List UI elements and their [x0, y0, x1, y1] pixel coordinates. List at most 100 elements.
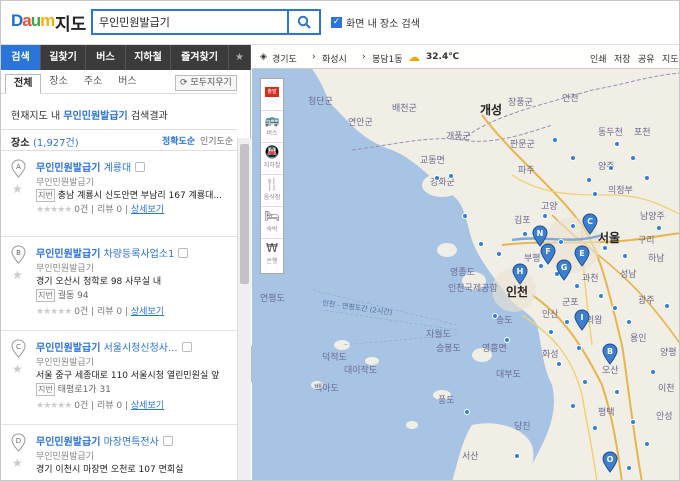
clear-all-button[interactable]: ⟳ 모두지우기	[175, 75, 237, 91]
poi-dot[interactable]	[570, 155, 576, 161]
poi-dot[interactable]	[522, 231, 528, 237]
poi-dot[interactable]	[576, 345, 582, 351]
result-marker[interactable]: O	[602, 451, 618, 473]
map-view[interactable]: ◈ 경기도 › 화성시 › 봉담1동 ☁ 32.4℃ 인쇄 저장 공유 지도 출…	[252, 45, 679, 480]
result-marker[interactable]: H	[512, 263, 528, 285]
list-item[interactable]: A ★ 무인민원발급기 계룡대 무인민원발급기 지번 충남 계룡시 신도안면 부남…	[1, 151, 237, 237]
poi-dot[interactable]	[462, 213, 468, 219]
subway-tool[interactable]: 🚇 지하철	[261, 143, 283, 175]
search-button[interactable]	[287, 9, 321, 35]
poi-dot[interactable]	[570, 223, 576, 229]
result-marker[interactable]: F	[540, 243, 556, 265]
map-type-button[interactable]: 지도	[662, 52, 679, 65]
result-marker[interactable]: E	[574, 245, 590, 267]
bank-tool[interactable]: ₩ 은행	[261, 239, 283, 271]
scrollbar-thumb[interactable]	[240, 144, 249, 284]
poi-dot[interactable]	[514, 453, 520, 459]
region-1[interactable]: 경기도	[272, 52, 297, 65]
subtab-all[interactable]: 전체	[5, 74, 42, 94]
poi-dot[interactable]	[650, 369, 656, 375]
daum-logo[interactable]: Daum	[11, 11, 55, 31]
poi-dot[interactable]	[434, 175, 440, 181]
map-search-checkbox[interactable]: ✓ 화면 내 장소 검색	[331, 15, 420, 30]
poi-dot[interactable]	[556, 361, 562, 367]
poi-dot[interactable]	[656, 225, 662, 231]
detail-link[interactable]: 상세보기	[131, 205, 164, 215]
poi-dot[interactable]	[582, 379, 588, 385]
poi-dot[interactable]	[630, 155, 636, 161]
result-title[interactable]: 무인민원발급기 차량등록사업소1	[36, 245, 189, 260]
tab-subway[interactable]: 지하철	[126, 45, 171, 70]
poi-dot[interactable]	[464, 409, 470, 415]
restaurant-tool[interactable]: 🍴 음식점	[261, 175, 283, 207]
favorite-star-icon[interactable]: ★	[12, 456, 23, 470]
result-marker[interactable]: C	[582, 213, 598, 235]
tab-favorites[interactable]: 즐겨찾기	[171, 45, 229, 70]
subtab-place[interactable]: 장소	[41, 73, 75, 93]
subtab-bus[interactable]: 버스	[110, 73, 144, 93]
info-icon[interactable]	[162, 436, 173, 446]
poi-dot[interactable]	[558, 239, 564, 245]
poi-dot[interactable]	[504, 337, 510, 343]
result-marker[interactable]: G	[556, 259, 572, 281]
start-flag-button[interactable]: 출발	[261, 79, 283, 111]
poi-dot[interactable]	[564, 319, 570, 325]
info-icon[interactable]	[178, 248, 189, 258]
tab-bus[interactable]: 버스	[86, 45, 126, 70]
poi-dot[interactable]	[592, 425, 598, 431]
favorite-star-icon[interactable]: ★	[12, 182, 23, 196]
poi-dot[interactable]	[586, 177, 592, 183]
result-title[interactable]: 무인민원발급기 마장면특전사	[36, 433, 173, 448]
result-scrollbar[interactable]	[237, 138, 251, 480]
poi-dot[interactable]	[608, 165, 614, 171]
result-title[interactable]: 무인민원발급기 서울시청신청사...	[36, 339, 192, 354]
poi-dot[interactable]	[548, 329, 554, 335]
region-2[interactable]: 화성시	[322, 52, 347, 65]
result-marker[interactable]: B	[602, 343, 618, 365]
poi-dot[interactable]	[664, 303, 670, 309]
print-button[interactable]: 인쇄	[590, 52, 607, 65]
poi-dot[interactable]	[598, 293, 604, 299]
poi-dot[interactable]	[622, 253, 628, 259]
result-marker[interactable]: I	[574, 309, 590, 331]
poi-dot[interactable]	[448, 173, 454, 179]
subtab-address[interactable]: 주소	[76, 73, 110, 93]
poi-dot[interactable]	[626, 319, 632, 325]
star-icon[interactable]: ★	[229, 45, 251, 70]
bus-tool[interactable]: 🚌 버스	[261, 111, 283, 143]
checkbox-check-icon[interactable]: ✓	[331, 17, 342, 28]
list-item[interactable]: D ★ 무인민원발급기 마장면특전사 무인민원발급기 경기 이천시 마장면 오천…	[1, 425, 237, 480]
tab-directions[interactable]: 길찾기	[41, 45, 86, 70]
poi-dot[interactable]	[574, 283, 580, 289]
share-button[interactable]: 공유	[638, 52, 655, 65]
region-3[interactable]: 봉담1동	[372, 52, 403, 65]
info-icon[interactable]	[181, 342, 192, 352]
list-item[interactable]: B ★ 무인민원발급기 차량등록사업소1 무인민원발급기 경기 오산시 청학로 …	[1, 237, 237, 331]
lodging-tool[interactable]: 🛏 숙박	[261, 207, 283, 239]
favorite-star-icon[interactable]: ★	[12, 362, 23, 376]
poi-dot[interactable]	[570, 403, 576, 409]
poi-dot[interactable]	[626, 465, 632, 471]
poi-dot[interactable]	[592, 191, 598, 197]
detail-link[interactable]: 상세보기	[131, 401, 164, 411]
poi-dot[interactable]	[644, 175, 650, 181]
list-item[interactable]: C ★ 무인민원발급기 서울시청신청사... 무인민원발급기 서울 중구 세종대…	[1, 331, 237, 425]
info-icon[interactable]	[135, 162, 146, 172]
detail-link[interactable]: 상세보기	[131, 307, 164, 317]
poi-dot[interactable]	[630, 419, 636, 425]
poi-dot[interactable]	[552, 137, 558, 143]
sort-accuracy[interactable]: 정확도순	[162, 134, 195, 147]
tab-search[interactable]: 검색	[1, 45, 41, 70]
poi-dot[interactable]	[614, 389, 620, 395]
poi-dot[interactable]	[612, 305, 618, 311]
save-button[interactable]: 저장	[614, 52, 631, 65]
service-title[interactable]: 지도	[55, 10, 86, 35]
poi-dot[interactable]	[496, 251, 502, 257]
poi-dot[interactable]	[542, 213, 548, 219]
sort-popular[interactable]: 인기도순	[200, 134, 233, 147]
poi-dot[interactable]	[614, 141, 620, 147]
poi-dot[interactable]	[602, 245, 608, 251]
poi-dot[interactable]	[478, 241, 484, 247]
poi-dot[interactable]	[492, 313, 498, 319]
poi-dot[interactable]	[644, 441, 650, 447]
